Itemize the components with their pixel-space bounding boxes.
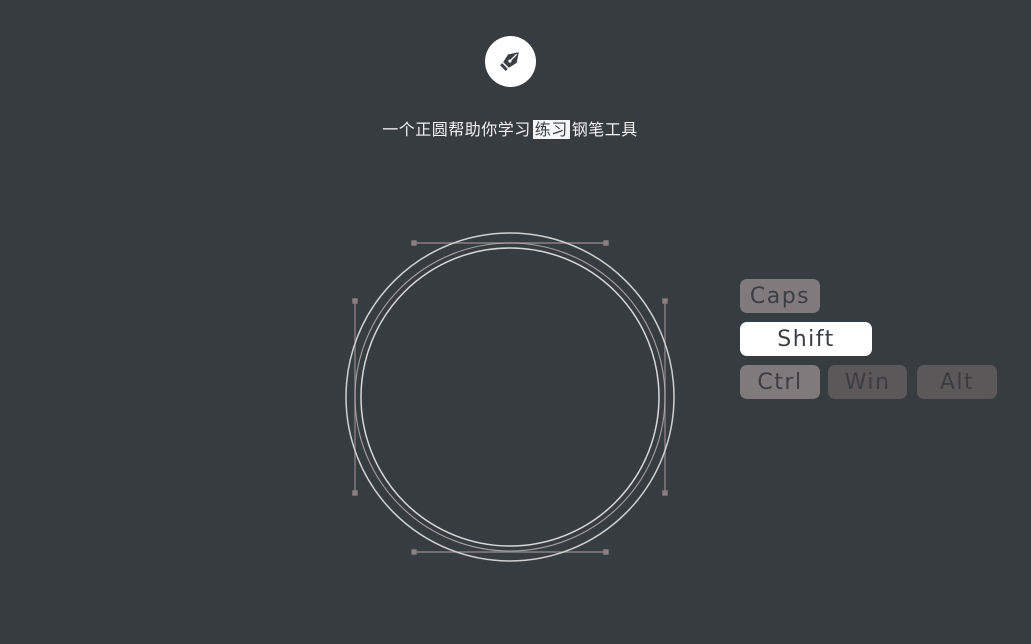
app-stage: 一个正圆帮助你学习 练习 钢笔工具 Caps Shift Ctrl Win Al… — [0, 0, 1031, 644]
handle-point[interactable] — [352, 298, 358, 304]
handle-point[interactable] — [662, 490, 668, 496]
outer-circle-path[interactable] — [345, 232, 675, 562]
win-key[interactable]: Win — [828, 365, 907, 399]
handle-point[interactable] — [662, 298, 668, 304]
inner-circle-path[interactable] — [360, 247, 660, 547]
guide-circle-path — [354, 242, 666, 552]
alt-key[interactable]: Alt — [917, 365, 997, 399]
handle-point[interactable] — [352, 490, 358, 496]
title-text-before: 一个正圆帮助你学习 — [382, 120, 531, 139]
drawing-canvas[interactable] — [330, 225, 690, 570]
shift-key[interactable]: Shift — [740, 322, 872, 356]
pen-nib-icon — [496, 45, 526, 79]
handle-point[interactable] — [411, 549, 417, 555]
title-text-after: 钢笔工具 — [571, 120, 638, 139]
handle-point[interactable] — [603, 549, 609, 555]
ctrl-key[interactable]: Ctrl — [740, 365, 820, 399]
caps-key[interactable]: Caps — [740, 279, 820, 313]
handle-point[interactable] — [411, 240, 417, 246]
logo-badge — [485, 36, 536, 87]
page-title: 一个正圆帮助你学习 练习 钢笔工具 — [0, 116, 1020, 140]
handle-point[interactable] — [603, 240, 609, 246]
title-highlight: 练习 — [532, 120, 570, 139]
